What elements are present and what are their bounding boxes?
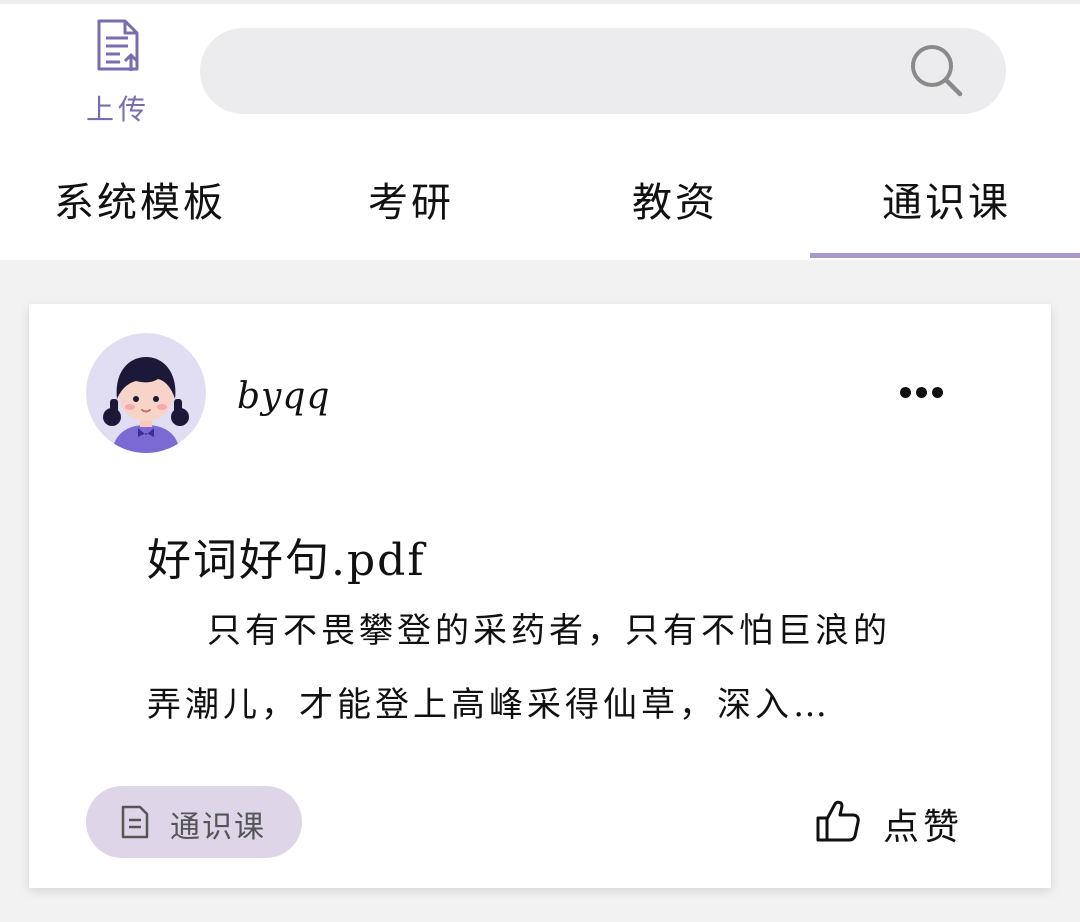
like-button[interactable]: 点赞 [815,792,975,852]
top-edge-divider [0,0,1080,4]
upload-document-icon [97,19,139,71]
search-bar[interactable] [200,28,1006,116]
search-input[interactable] [240,28,904,116]
document-title[interactable]: 好词好句.pdf [147,524,426,588]
thumbs-up-icon [816,800,860,842]
post-card[interactable]: byqq 好词好句.pdf 只有不畏攀登的采药者，只有不怕巨浪的弄潮儿，才能登上… [29,304,1051,888]
avatar[interactable] [86,333,206,453]
category-tag-label: 通识课 [170,810,266,845]
category-tabs: 系统模板 考研 教资 通识课 [0,150,1080,260]
upload-button[interactable]: 上传 [80,18,156,128]
search-icon[interactable] [908,42,966,100]
tab-system-templates[interactable]: 系统模板 [54,170,226,228]
document-icon [121,805,149,839]
document-excerpt: 只有不畏攀登的采药者，只有不怕巨浪的弄潮儿，才能登上高峰采得仙草，深入… [147,611,891,725]
tab-postgraduate-exam[interactable]: 考研 [368,170,454,228]
top-bar: 上传 系统模板 考研 教资 通识课 [0,0,1080,260]
tab-general-education[interactable]: 通识课 [882,170,1011,228]
active-tab-indicator [810,253,1080,258]
upload-label: 上传 [85,93,150,126]
more-options-button[interactable] [895,370,947,410]
username[interactable]: byqq [237,376,330,417]
girl-avatar-icon [86,333,206,453]
tab-teacher-qualification[interactable]: 教资 [632,170,718,228]
like-label: 点赞 [883,807,964,848]
category-tag[interactable]: 通识课 [86,786,302,858]
